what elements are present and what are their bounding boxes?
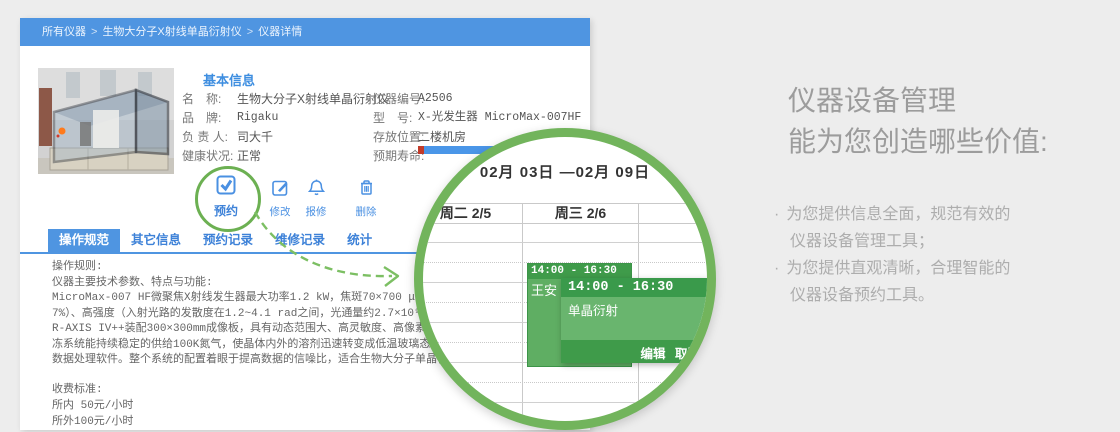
fee-standard-text: 收费标准: 所内 50元/小时 所外100元/小时 [52, 382, 133, 430]
equipment-photo [38, 68, 174, 174]
checkbox-check-icon [216, 175, 236, 195]
reservation-popup: 14:00 - 16:30 单晶衍射 编辑 取消 [561, 278, 707, 363]
breadcrumb-item-detail: 仪器详情 [258, 26, 303, 38]
breadcrumb-item-all-instruments[interactable]: 所有仪器 [42, 26, 86, 38]
field-value-model: X-光发生器 MicroMax-007HF [418, 111, 582, 124]
field-value-manager: 司大千 [237, 130, 274, 144]
popup-actions: 编辑 取消 [561, 340, 707, 363]
field-label-name: 名 称: [182, 92, 222, 106]
field-label-health: 健康状况: [182, 149, 234, 163]
field-label-location: 存放位置: [373, 130, 425, 144]
promo-bullet: · 为您提供直观清晰，合理智能的 仪器设备预约工具。 [774, 255, 1010, 309]
popup-cancel-button[interactable]: 取消 [675, 347, 700, 361]
trash-icon [360, 180, 372, 195]
fee-line: 所内 50元/小时 [52, 400, 134, 412]
popup-time-label: 14:00 - 16:30 [561, 278, 707, 297]
breadcrumb: 所有仪器 > 生物大分子X射线单晶衍射仪 > 仪器详情 [20, 18, 590, 46]
field-value-brand: Rigaku [237, 111, 279, 124]
calendar-grid-line [423, 402, 707, 403]
tab-other-info[interactable]: 其它信息 [120, 229, 192, 252]
field-value-location: 二楼机房 [418, 130, 467, 144]
promo-bullet: · 为您提供信息全面，规范有效的 仪器设备管理工具； [774, 201, 1010, 255]
tab-operating-standards[interactable]: 操作规范 [48, 229, 121, 252]
dashed-pointer-arrow [253, 211, 400, 287]
calendar-week-range: 02月 03日 —02月 09日 [479, 164, 651, 181]
field-value-name: 生物大分子X射线单晶衍射仪 [237, 92, 390, 106]
breadcrumb-item-instrument[interactable]: 生物大分子X射线单晶衍射仪 [102, 26, 241, 38]
promo-bullets: · 为您提供信息全面，规范有效的 仪器设备管理工具； · 为您提供直观清晰，合理智能… [774, 201, 1010, 309]
equipment-photo-drawing [38, 68, 174, 174]
field-value-health: 正常 [237, 149, 262, 163]
calendar-day-tue: 周二 2/5 [423, 204, 523, 223]
event-time-label: 14:00 - 16:30 [528, 264, 631, 279]
basic-info-title: 基本信息 [203, 73, 256, 88]
lifespan-used-segment [418, 146, 424, 154]
bullet-text: 仪器设备管理工具； [790, 233, 935, 250]
calendar-magnifier: 02月 03日 —02月 09日 周二 2/5 周三 2/6 周四 14:00 … [414, 128, 716, 430]
bullet-text: 为您提供直观清晰，合理智能的 [786, 260, 1011, 277]
bell-icon [307, 179, 325, 196]
calendar-day-thu: 周四 [639, 204, 707, 223]
calendar-day-header-row: 周二 2/5 周三 2/6 周四 [423, 203, 707, 224]
promo-heading-line2: 能为您创造哪些价值: [788, 126, 1048, 157]
edit-icon [271, 180, 287, 196]
field-label-manager: 负 责 人: [182, 130, 229, 144]
calendar-grid-line [423, 242, 707, 243]
fee-line: 所外100元/小时 [52, 416, 134, 428]
breadcrumb-separator: > [91, 26, 98, 38]
popup-title-label: 单晶衍射 [561, 297, 707, 340]
calendar-day-wed: 周三 2/6 [523, 204, 639, 223]
bullet-marker: · [774, 260, 780, 277]
field-value-instrument-no: A2506 [418, 92, 453, 105]
popup-edit-button[interactable]: 编辑 [640, 347, 665, 361]
promo-heading: 仪器设备管理 能为您创造哪些价值: [788, 80, 1048, 162]
field-label-instrument-no: 仪器编号: [373, 92, 425, 106]
page-background: 所有仪器 > 生物大分子X射线单晶衍射仪 > 仪器详情 基本信息 名 称: 生物… [0, 0, 1120, 432]
promo-heading-line1: 仪器设备管理 [788, 85, 957, 116]
bullet-text: 为您提供信息全面，规范有效的 [786, 206, 1011, 223]
bullet-text: 仪器设备预约工具。 [790, 287, 935, 304]
field-label-model: 型 号: [373, 111, 413, 125]
breadcrumb-separator: > [246, 26, 254, 38]
field-label-lifespan: 预期寿命: [373, 149, 425, 163]
field-label-brand: 品 牌: [182, 111, 222, 125]
calendar-column-line [522, 222, 523, 421]
fee-line: 收费标准: [52, 384, 103, 396]
bullet-marker: · [774, 206, 780, 223]
calendar-grid-line [423, 382, 707, 383]
